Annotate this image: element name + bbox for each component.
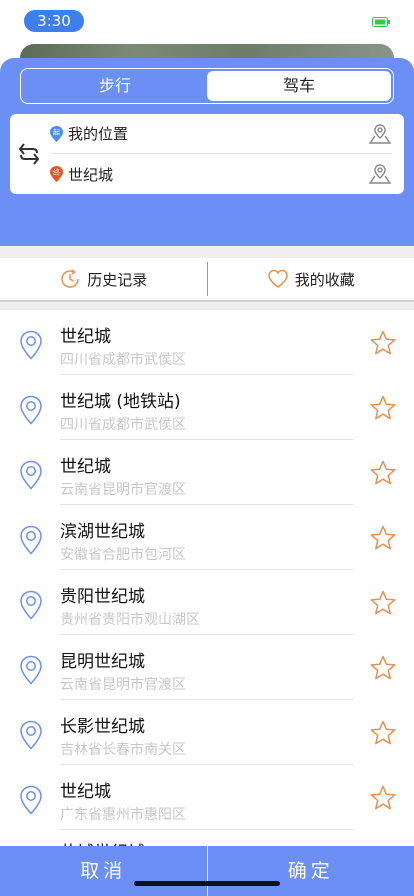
end-pin-icon: 终: [50, 166, 63, 182]
star-icon[interactable]: [369, 654, 397, 682]
start-location-row[interactable]: 起 我的位置: [50, 114, 392, 154]
list-item-address: 四川省成都市武侯区: [60, 417, 186, 433]
list-item[interactable]: 昆明世纪城云南省昆明市官渡区: [0, 635, 414, 700]
list-item-address: 四川省成都市武侯区: [60, 352, 186, 368]
list-item[interactable]: 长影世纪城吉林省长春市南关区: [0, 700, 414, 765]
status-time: 3:30: [24, 10, 84, 32]
cancel-button[interactable]: 取消: [0, 846, 207, 896]
list-item-texts: 滨湖世纪城安徽省合肥市包河区: [60, 505, 354, 570]
history-favorites-tabs: 历史记录 我的收藏: [0, 258, 414, 302]
home-indicator: [134, 881, 280, 886]
star-icon[interactable]: [369, 459, 397, 487]
location-pin-icon: [20, 395, 42, 425]
list-item[interactable]: 世纪城云南省昆明市官渡区: [0, 440, 414, 505]
list-item-address: 云南省昆明市官渡区: [60, 677, 186, 693]
star-icon[interactable]: [369, 524, 397, 552]
map-pick-icon[interactable]: [368, 122, 392, 146]
list-item[interactable]: 世纪城广东省惠州市惠阳区: [0, 765, 414, 830]
mode-walk-button[interactable]: 步行: [23, 71, 207, 101]
list-item-address: 云南省昆明市官渡区: [60, 482, 186, 498]
confirm-button[interactable]: 确定: [208, 846, 414, 896]
start-location-text: 我的位置: [68, 125, 129, 143]
list-item-name: 滨湖世纪城: [60, 522, 145, 542]
list-item-address: 安徽省合肥市包河区: [60, 547, 186, 563]
location-pin-icon: [20, 590, 42, 620]
star-icon[interactable]: [369, 784, 397, 812]
list-item-name: 世纪城: [60, 457, 111, 477]
section-gap: [0, 302, 414, 310]
list-item-address: 吉林省长春市南关区: [60, 742, 186, 758]
list-item[interactable]: 世纪城四川省成都市武侯区: [0, 310, 414, 375]
star-icon[interactable]: [369, 589, 397, 617]
battery-icon: [372, 17, 390, 27]
end-location-row[interactable]: 终 世纪城: [50, 154, 392, 194]
start-badge-text: 起: [53, 128, 60, 136]
list-item[interactable]: 滨湖世纪城安徽省合肥市包河区: [0, 505, 414, 570]
location-pin-icon: [20, 525, 42, 555]
bottom-action-bar: 取消 确定: [0, 846, 414, 896]
list-item-name: 世纪城: [60, 327, 111, 347]
list-item[interactable]: 世纪城 (地铁站) 四川省成都市武侯区: [0, 375, 414, 440]
list-item-texts: 世纪城云南省昆明市官渡区: [60, 440, 354, 505]
list-item-texts: 世纪城 (地铁站) 四川省成都市武侯区: [60, 375, 354, 440]
list-item-name: 长影世纪城: [60, 717, 145, 737]
star-icon[interactable]: [369, 719, 397, 747]
list-item-texts: 世纪城广东省惠州市惠阳区: [60, 765, 354, 830]
tab-history-label: 历史记录: [87, 270, 148, 289]
start-pin-icon: 起: [50, 125, 63, 142]
status-bar: 3:30: [0, 0, 414, 44]
button-divider: [206, 846, 208, 896]
travel-mode-selector: 步行 驾车: [20, 68, 394, 104]
location-pin-icon: [20, 720, 42, 750]
list-item-name: 贵阳世纪城: [60, 587, 145, 607]
list-item-address: 广东省惠州市惠阳区: [60, 807, 186, 823]
list-item-name: 昆明世纪城: [60, 652, 145, 672]
tab-history[interactable]: 历史记录: [0, 258, 207, 300]
search-results-list: 世纪城 四川省成都市武侯区 世纪城 (地铁站) 四川省成都市武侯区 世纪城 云南省昆明市官…: [0, 310, 414, 830]
list-item-address: 贵州省贵阳市观山湖区: [60, 612, 200, 628]
swap-icon[interactable]: [18, 140, 40, 168]
tab-favorites-label: 我的收藏: [294, 270, 355, 289]
list-item-texts: 昆明世纪城云南省昆明市官渡区: [60, 635, 354, 700]
map-pick-icon[interactable]: [368, 162, 392, 186]
list-item-name: 世纪城: [60, 782, 111, 802]
star-icon[interactable]: [369, 329, 397, 357]
location-pin-icon: [20, 785, 42, 815]
list-item[interactable]: 贵阳世纪城贵州省贵阳市观山湖区: [0, 570, 414, 635]
end-location-text: 世纪城: [68, 165, 114, 184]
location-pin-icon: [20, 655, 42, 685]
list-item-name: 世纪城 (地铁站): [60, 392, 181, 412]
list-item-texts: 贵阳世纪城贵州省贵阳市观山湖区: [60, 570, 354, 635]
location-pin-icon: [20, 460, 42, 490]
section-gap: [0, 246, 414, 258]
star-icon[interactable]: [369, 394, 397, 422]
list-item-texts: 长影世纪城吉林省长春市南关区: [60, 700, 354, 765]
end-badge-text: 终: [53, 168, 60, 177]
location-pin-icon: [20, 330, 42, 360]
mode-drive-button[interactable]: 驾车: [207, 71, 391, 101]
heart-icon: [267, 269, 288, 288]
tab-favorites[interactable]: 我的收藏: [208, 258, 414, 300]
list-item-texts: 世纪城四川省成都市武侯区: [60, 310, 354, 375]
route-card: 起 我的位置 终 世纪城: [10, 114, 404, 194]
clock-icon: [61, 269, 79, 288]
route-header: 步行 驾车 起 我的位置 终 世纪城: [0, 58, 414, 246]
